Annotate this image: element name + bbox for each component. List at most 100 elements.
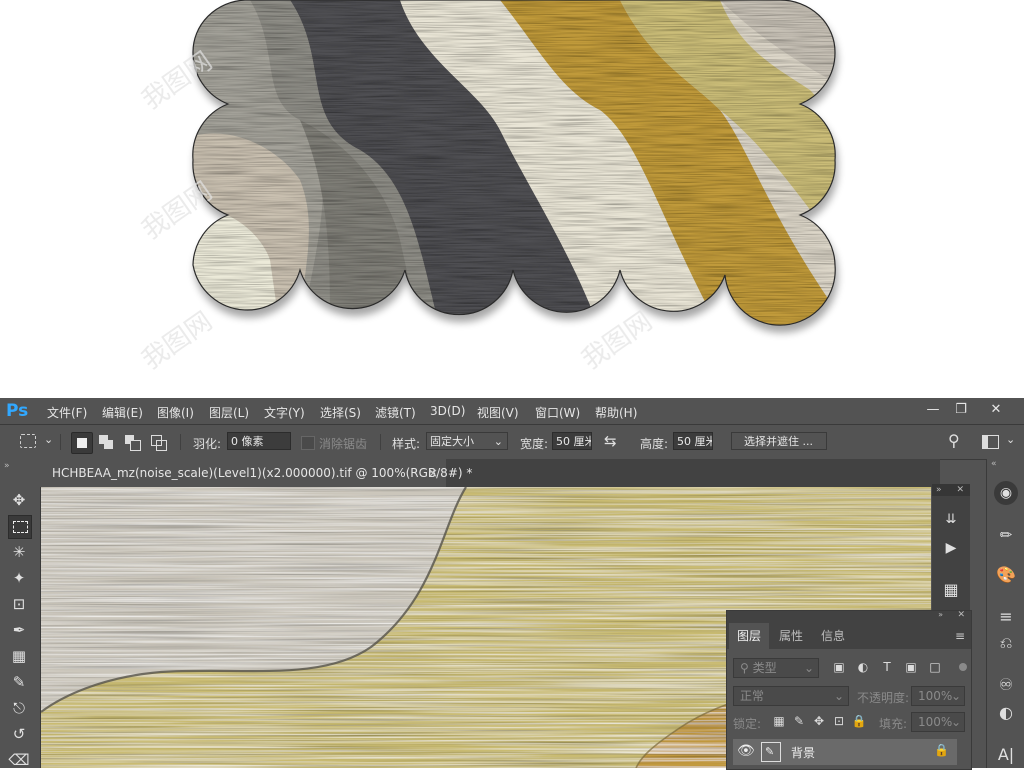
- menu-image[interactable]: 图像(I): [157, 404, 194, 421]
- panel-menu-icon[interactable]: ≡: [955, 629, 965, 643]
- new-selection-button[interactable]: [71, 432, 93, 454]
- lock-image-icon[interactable]: ✎: [791, 713, 807, 729]
- document-tab[interactable]: HCHBEAA_mz(noise_scale)(Level1)(x2.00000…: [40, 459, 472, 487]
- move-tool-icon[interactable]: ✥: [8, 489, 30, 511]
- lock-position-icon[interactable]: ✥: [811, 713, 827, 729]
- width-label: 宽度:: [520, 437, 549, 451]
- chevron-down-icon[interactable]: ⌄: [1006, 433, 1015, 446]
- style-select[interactable]: 固定大小 ⌄: [426, 432, 508, 450]
- magic-wand-tool-icon[interactable]: ✦: [8, 567, 30, 589]
- lasso-tool-icon[interactable]: ✳: [8, 541, 30, 563]
- actions-play-icon[interactable]: ▶: [939, 536, 963, 560]
- healing-brush-tool-icon[interactable]: ▦: [8, 645, 30, 667]
- fill-value: 100%: [918, 715, 953, 729]
- history-panel-icon[interactable]: ⇊: [939, 508, 963, 532]
- tab-info[interactable]: 信息: [813, 623, 853, 649]
- wave-pattern-image: 我图网 我图网 我图网 我图网: [137, 0, 836, 376]
- menu-help[interactable]: 帮助(H): [595, 404, 637, 421]
- menu-select[interactable]: 选择(S): [320, 404, 361, 421]
- tab-layers[interactable]: 图层: [729, 623, 770, 649]
- menu-3d[interactable]: 3D(D): [430, 404, 465, 418]
- close-icon[interactable]: ✕: [985, 400, 1007, 420]
- subtract-selection-button[interactable]: [123, 432, 143, 452]
- menu-file[interactable]: 文件(F): [47, 404, 87, 421]
- collapse-icon[interactable]: »: [938, 610, 943, 619]
- character-panel-icon[interactable]: A|: [994, 743, 1018, 767]
- paths-icon[interactable]: ⎌: [994, 631, 1018, 655]
- history-brush-tool-icon[interactable]: ↺: [8, 723, 30, 745]
- add-selection-button[interactable]: [97, 432, 117, 452]
- close-tab-icon[interactable]: ×: [428, 459, 438, 487]
- rect-marquee-tool-icon[interactable]: [8, 515, 32, 539]
- height-input[interactable]: 50 厘米: [673, 432, 713, 450]
- lock-all-icon[interactable]: 🔒: [851, 713, 867, 729]
- side-dock: » ✕ ⇊ ▶ ▦: [932, 484, 970, 610]
- photoshop-window: Ps 文件(F) 编辑(E) 图像(I) 图层(L) 文字(Y) 选择(S) 滤…: [0, 398, 1024, 770]
- document-tab-bar: HCHBEAA_mz(noise_scale)(Level1)(x2.00000…: [40, 459, 940, 487]
- menu-view[interactable]: 视图(V): [477, 404, 519, 421]
- filter-adjustment-icon[interactable]: ◐: [855, 659, 871, 675]
- collapse-icon[interactable]: «: [991, 459, 997, 469]
- blend-mode-select[interactable]: 正常 ⌄: [733, 686, 849, 706]
- adjustment-layer-icon[interactable]: ◐: [994, 701, 1018, 725]
- width-input[interactable]: 50 厘米: [552, 432, 592, 450]
- blend-row: 正常 ⌄ 不透明度: 100% ⌄: [727, 683, 971, 707]
- swap-arrows-icon[interactable]: ⇆: [604, 432, 617, 450]
- collapse-icon[interactable]: »: [4, 461, 10, 471]
- filter-shape-icon[interactable]: ▣: [903, 659, 919, 675]
- close-panel-icon[interactable]: ✕: [957, 610, 965, 620]
- chevron-down-icon: ⌄: [493, 435, 503, 448]
- intersect-selection-button[interactable]: [149, 432, 169, 452]
- workspace-icon[interactable]: [982, 435, 999, 449]
- opacity-input[interactable]: 100% ⌄: [911, 686, 965, 706]
- layers-panel: » ✕ 图层 属性 信息 ≡ ⚲ 类型 ⌄ ▣ ◐ T ▣ □ 正常 ⌄ 不透明度:…: [726, 610, 972, 770]
- toolbar: » ✥ ✳ ✦ ⊡ ✒ ▦ ✎ ⎋ ↺ ⌫: [0, 459, 41, 769]
- color-palette-icon[interactable]: 🎨: [994, 563, 1018, 587]
- panel-header: » ✕: [727, 610, 971, 623]
- menu-layer[interactable]: 图层(L): [209, 404, 249, 421]
- eye-icon[interactable]: 👁: [737, 743, 755, 759]
- lock-artboard-icon[interactable]: ⊡: [831, 713, 847, 729]
- adjustments-sliders-icon[interactable]: ≡: [994, 605, 1018, 629]
- menu-type[interactable]: 文字(Y): [264, 404, 305, 421]
- feather-input[interactable]: 0 像素: [227, 432, 291, 450]
- lock-icon: 🔒: [934, 743, 949, 757]
- dock-header: » ✕: [932, 484, 970, 496]
- search-icon[interactable]: ⚲: [948, 431, 960, 450]
- minimize-icon[interactable]: —: [922, 400, 944, 420]
- filter-row: ⚲ 类型 ⌄ ▣ ◐ T ▣ □: [727, 655, 971, 679]
- creative-cloud-icon[interactable]: ♾: [994, 673, 1018, 697]
- brushes-preset-icon[interactable]: ◉: [994, 481, 1018, 505]
- style-select-value: 固定大小: [430, 435, 474, 448]
- lock-transparent-icon[interactable]: ▦: [771, 713, 787, 729]
- fill-label: 填充:: [879, 717, 908, 731]
- filter-select[interactable]: ⚲ 类型 ⌄: [733, 658, 819, 678]
- blend-mode-value: 正常: [740, 689, 765, 703]
- marquee-preset-icon[interactable]: [20, 434, 36, 448]
- menu-filter[interactable]: 滤镜(T): [375, 404, 416, 421]
- fill-input[interactable]: 100% ⌄: [911, 712, 965, 732]
- layer-name[interactable]: 背景: [791, 744, 815, 761]
- menu-edit[interactable]: 编辑(E): [102, 404, 143, 421]
- filter-pixel-icon[interactable]: ▣: [831, 659, 847, 675]
- antialias-label: 消除锯齿: [319, 437, 368, 451]
- layer-row[interactable]: 👁 ✎ 背景 🔒: [733, 739, 957, 765]
- antialias-checkbox[interactable]: [301, 436, 315, 450]
- chevron-down-icon[interactable]: ⌄: [44, 433, 53, 446]
- filter-smart-object-icon[interactable]: □: [927, 659, 943, 675]
- filter-toggle[interactable]: [959, 663, 967, 671]
- clone-stamp-tool-icon[interactable]: ⎋: [8, 697, 30, 719]
- svg-text:我图网: 我图网: [137, 306, 218, 375]
- restore-icon[interactable]: ❐: [950, 400, 972, 420]
- photoshop-logo: Ps: [6, 401, 29, 421]
- brush-settings-icon[interactable]: ✏: [994, 523, 1018, 547]
- grid-icon[interactable]: ▦: [939, 578, 963, 602]
- brush-tool-icon[interactable]: ✎: [8, 671, 30, 693]
- eyedropper-tool-icon[interactable]: ✒: [8, 619, 30, 641]
- select-and-mask-button[interactable]: 选择并遮住 ...: [731, 432, 827, 450]
- crop-tool-icon[interactable]: ⊡: [8, 593, 30, 615]
- filter-type-icon[interactable]: T: [879, 659, 895, 675]
- tab-properties[interactable]: 属性: [771, 623, 811, 649]
- preview-image: 我图网 我图网 我图网 我图网: [0, 0, 1024, 398]
- menu-window[interactable]: 窗口(W): [535, 404, 580, 421]
